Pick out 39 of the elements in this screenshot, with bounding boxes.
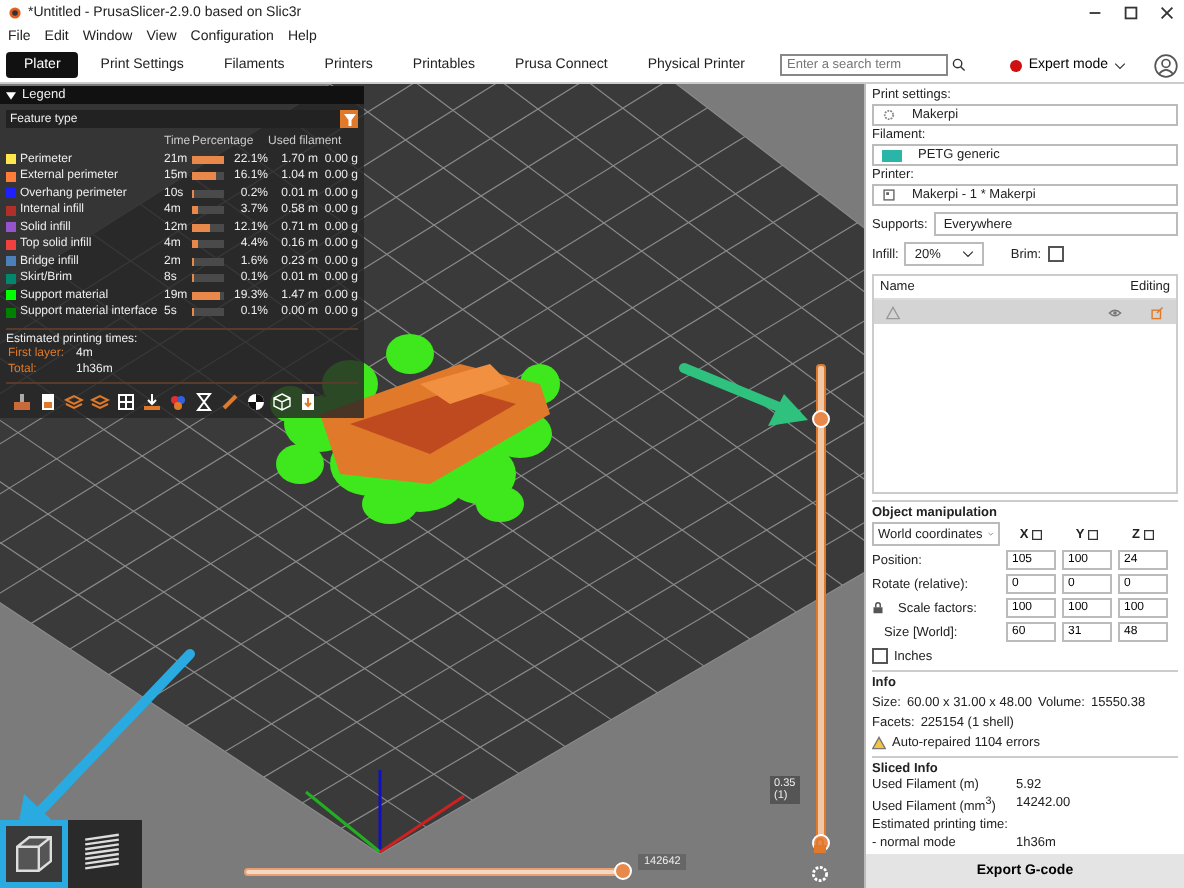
3d-view-button[interactable] bbox=[0, 820, 68, 888]
warning-icon bbox=[886, 305, 900, 320]
eye-icon[interactable] bbox=[1108, 305, 1122, 320]
printer-icon bbox=[882, 188, 896, 203]
layers-icon[interactable] bbox=[90, 391, 110, 411]
close-icon[interactable] bbox=[1158, 4, 1176, 22]
brim-checkbox[interactable] bbox=[1047, 246, 1064, 263]
grid-icon[interactable] bbox=[116, 391, 136, 411]
app-logo-icon bbox=[8, 6, 22, 20]
user-icon[interactable] bbox=[1154, 53, 1178, 77]
lock-icon[interactable] bbox=[812, 838, 828, 854]
cube-icon bbox=[10, 830, 58, 878]
maximize-icon[interactable] bbox=[1122, 4, 1140, 22]
layers-icon[interactable] bbox=[64, 391, 84, 411]
export-icon[interactable] bbox=[298, 391, 318, 411]
annotation-arrow bbox=[679, 363, 808, 426]
filament-swatch bbox=[882, 149, 902, 162]
triangle-icon bbox=[6, 91, 16, 99]
cog-icon[interactable] bbox=[810, 864, 830, 884]
cube-icon[interactable] bbox=[272, 391, 292, 411]
color-dots-icon[interactable] bbox=[168, 391, 188, 411]
search-icon bbox=[951, 58, 965, 72]
inches-checkbox[interactable] bbox=[872, 648, 888, 665]
lock-icon[interactable] bbox=[872, 602, 884, 615]
pencil-icon[interactable] bbox=[220, 391, 240, 411]
hourglass-icon[interactable] bbox=[194, 391, 214, 411]
page-icon[interactable] bbox=[38, 391, 58, 411]
filter-icon[interactable] bbox=[343, 113, 355, 125]
axis-icon bbox=[1143, 529, 1154, 540]
axis-icon bbox=[1032, 529, 1043, 540]
warning-icon bbox=[872, 736, 886, 751]
download-icon[interactable] bbox=[142, 391, 162, 411]
marker-icon[interactable] bbox=[12, 391, 32, 411]
axis-icon bbox=[1088, 529, 1099, 540]
slider-thumb[interactable] bbox=[614, 862, 632, 880]
chevron-down-icon bbox=[1114, 61, 1126, 69]
gear-icon bbox=[882, 108, 896, 123]
chevron-down-icon bbox=[962, 250, 975, 259]
checker-icon[interactable] bbox=[246, 391, 266, 411]
